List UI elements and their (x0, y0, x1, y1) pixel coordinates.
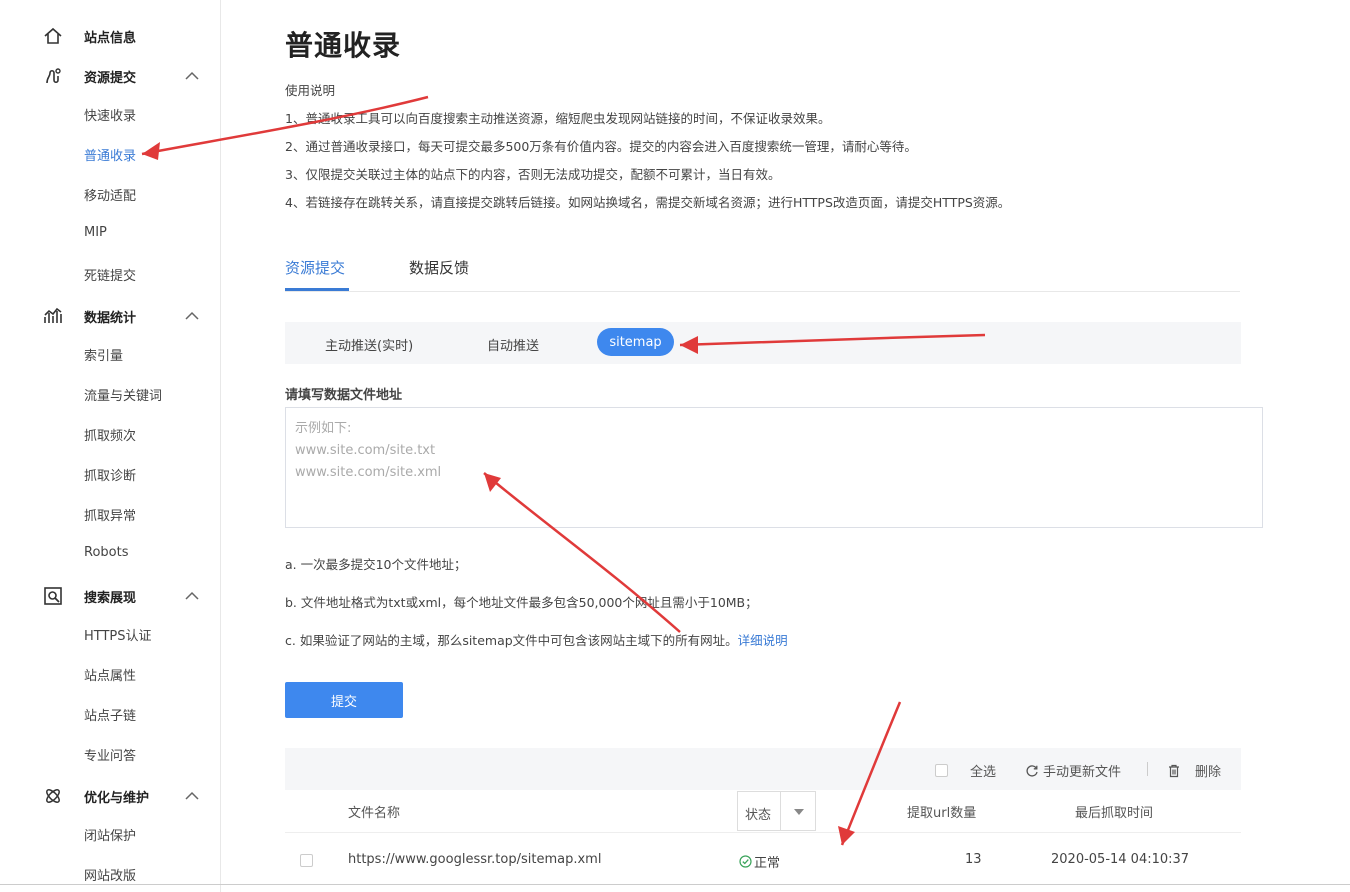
sidebar-item-site-revamp[interactable]: 网站改版 (84, 865, 136, 884)
submit-button[interactable]: 提交 (285, 682, 403, 718)
usage-line: 3、仅限提交关联过主体的站点下的内容，否则无法成功提交，配额不可累计，当日有效。 (285, 167, 781, 182)
note-c: c. 如果验证了网站的主域，那么sitemap文件中可包含该网站主域下的所有网址… (285, 630, 788, 649)
note-a: a. 一次最多提交10个文件地址； (285, 557, 467, 572)
sidebar-item-crawl-frequency[interactable]: 抓取频次 (84, 425, 136, 444)
sidebar-section-label: 资源提交 (84, 71, 137, 86)
sidebar-section-label: 数据统计 (84, 311, 137, 326)
row-status-label: 正常 (754, 856, 781, 871)
subtab-active-push[interactable]: 主动推送(实时) (325, 335, 413, 354)
col-last-crawl: 最后抓取时间 (1075, 806, 1154, 821)
chevron-up-icon[interactable] (184, 308, 200, 324)
usage-title: 使用说明 (285, 83, 336, 98)
sidebar-item-traffic-keywords[interactable]: 流量与关键词 (84, 385, 162, 404)
sitemap-url-textarea[interactable]: 示例如下: www.site.com/site.txt www.site.com… (285, 407, 1263, 528)
row-last-crawl: 2020-05-14 04:10:37 (1051, 852, 1190, 867)
row-checkbox[interactable] (300, 854, 313, 867)
usage-line: 4、若链接存在跳转关系，请直接提交跳转后链接。如网站换域名，需提交新域名资源；进… (285, 195, 1011, 210)
sidebar-section-label: 站点信息 (84, 31, 137, 46)
manual-update-button[interactable]: 手动更新文件 (1025, 761, 1121, 780)
status-filter[interactable]: 状态 (737, 791, 816, 831)
detail-link[interactable]: 详细说明 (738, 633, 788, 648)
col-url-count: 提取url数量 (907, 806, 977, 821)
table-row: https://www.googlessr.top/sitemap.xml 正常… (285, 833, 1241, 885)
submit-method-bar: 主动推送(实时) 自动推送 (285, 322, 1241, 364)
delete-label: 删除 (1195, 765, 1222, 780)
tab-data-feedback[interactable]: 数据反馈 (409, 257, 469, 278)
sidebar-item-https-auth[interactable]: HTTPS认证 (84, 625, 152, 644)
caret-down-icon[interactable] (794, 809, 804, 815)
sidebar-item-crawl-errors[interactable]: 抓取异常 (84, 505, 136, 524)
delete-button[interactable]: 删除 (1167, 761, 1221, 780)
chevron-up-icon[interactable] (184, 788, 200, 804)
chevron-up-icon[interactable] (184, 68, 200, 84)
sidebar-section-search-display[interactable]: 搜索展现 (0, 582, 220, 610)
bottom-border (0, 884, 1350, 885)
table-toolbar: 全选 手动更新文件 删除 (285, 748, 1241, 790)
sidebar-section-label: 搜索展现 (84, 591, 137, 606)
sidebar-item-index-volume[interactable]: 索引量 (84, 345, 123, 364)
active-tab-indicator (285, 288, 349, 291)
row-file-name[interactable]: https://www.googlessr.top/sitemap.xml (348, 852, 601, 867)
note-c-text: c. 如果验证了网站的主域，那么sitemap文件中可包含该网站主域下的所有网址… (285, 633, 738, 648)
sidebar-section-site-info[interactable]: 站点信息 (0, 22, 220, 50)
col-status: 状态 (745, 808, 772, 823)
stats-icon (44, 307, 62, 323)
sidebar-section-optimize[interactable]: 优化与维护 (0, 782, 220, 810)
page-title: 普通收录 (285, 29, 402, 62)
select-all-checkbox[interactable] (935, 764, 948, 777)
row-url-count: 13 (965, 852, 982, 867)
toolbar-divider (1147, 762, 1148, 776)
sidebar: 站点信息 资源提交 快速收录 普通收录 移动适配 MIP 死链提交 数据统计 索… (0, 0, 221, 892)
field-label: 请填写数据文件地址 (285, 388, 403, 403)
sidebar-item-crawl-diagnosis[interactable]: 抓取诊断 (84, 465, 136, 484)
status-filter-divider (780, 792, 781, 830)
sidebar-item-pro-qa[interactable]: 专业问答 (84, 745, 136, 764)
sidebar-item-fast-index[interactable]: 快速收录 (84, 105, 136, 124)
table-header: 文件名称 状态 提取url数量 最后抓取时间 (285, 790, 1241, 833)
search-display-icon (44, 587, 62, 605)
sidebar-item-normal-index[interactable]: 普通收录 (84, 145, 136, 164)
tabs-divider (285, 291, 1240, 292)
home-icon (44, 27, 62, 44)
sidebar-item-site-attributes[interactable]: 站点属性 (84, 665, 136, 684)
subtab-auto-push[interactable]: 自动推送 (487, 335, 539, 354)
usage-line: 1、普通收录工具可以向百度搜索主动推送资源，缩短爬虫发现网站链接的时间，不保证收… (285, 111, 831, 126)
refresh-icon (1026, 764, 1038, 777)
sidebar-section-resource-submit[interactable]: 资源提交 (0, 62, 220, 90)
sidebar-section-label: 优化与维护 (84, 791, 150, 806)
sidebar-item-mip[interactable]: MIP (84, 225, 107, 240)
sidebar-section-data-stats[interactable]: 数据统计 (0, 302, 220, 330)
manual-update-label: 手动更新文件 (1043, 765, 1122, 780)
sidebar-item-robots[interactable]: Robots (84, 545, 128, 560)
chevron-up-icon[interactable] (184, 588, 200, 604)
tab-resource-submit[interactable]: 资源提交 (285, 257, 345, 278)
check-circle-icon (739, 855, 752, 868)
note-b: b. 文件地址格式为txt或xml，每个地址文件最多包含50,000个网址且需小… (285, 595, 758, 610)
usage-line: 2、通过普通收录接口，每天可提交最多500万条有价值内容。提交的内容会进入百度搜… (285, 139, 917, 154)
sidebar-item-dead-link[interactable]: 死链提交 (84, 265, 136, 284)
select-all[interactable]: 全选 (935, 761, 996, 780)
row-status: 正常 (739, 852, 780, 871)
sidebar-item-mobile-adapt[interactable]: 移动适配 (84, 185, 136, 204)
col-file-name: 文件名称 (348, 806, 401, 821)
resource-submit-icon (46, 68, 61, 84)
trash-icon (1169, 764, 1179, 777)
optimize-icon (46, 789, 60, 803)
sidebar-item-site-sublinks[interactable]: 站点子链 (84, 705, 136, 724)
subtab-sitemap[interactable]: sitemap (597, 328, 674, 356)
select-all-label: 全选 (970, 765, 997, 780)
sidebar-item-site-closure[interactable]: 闭站保护 (84, 825, 136, 844)
